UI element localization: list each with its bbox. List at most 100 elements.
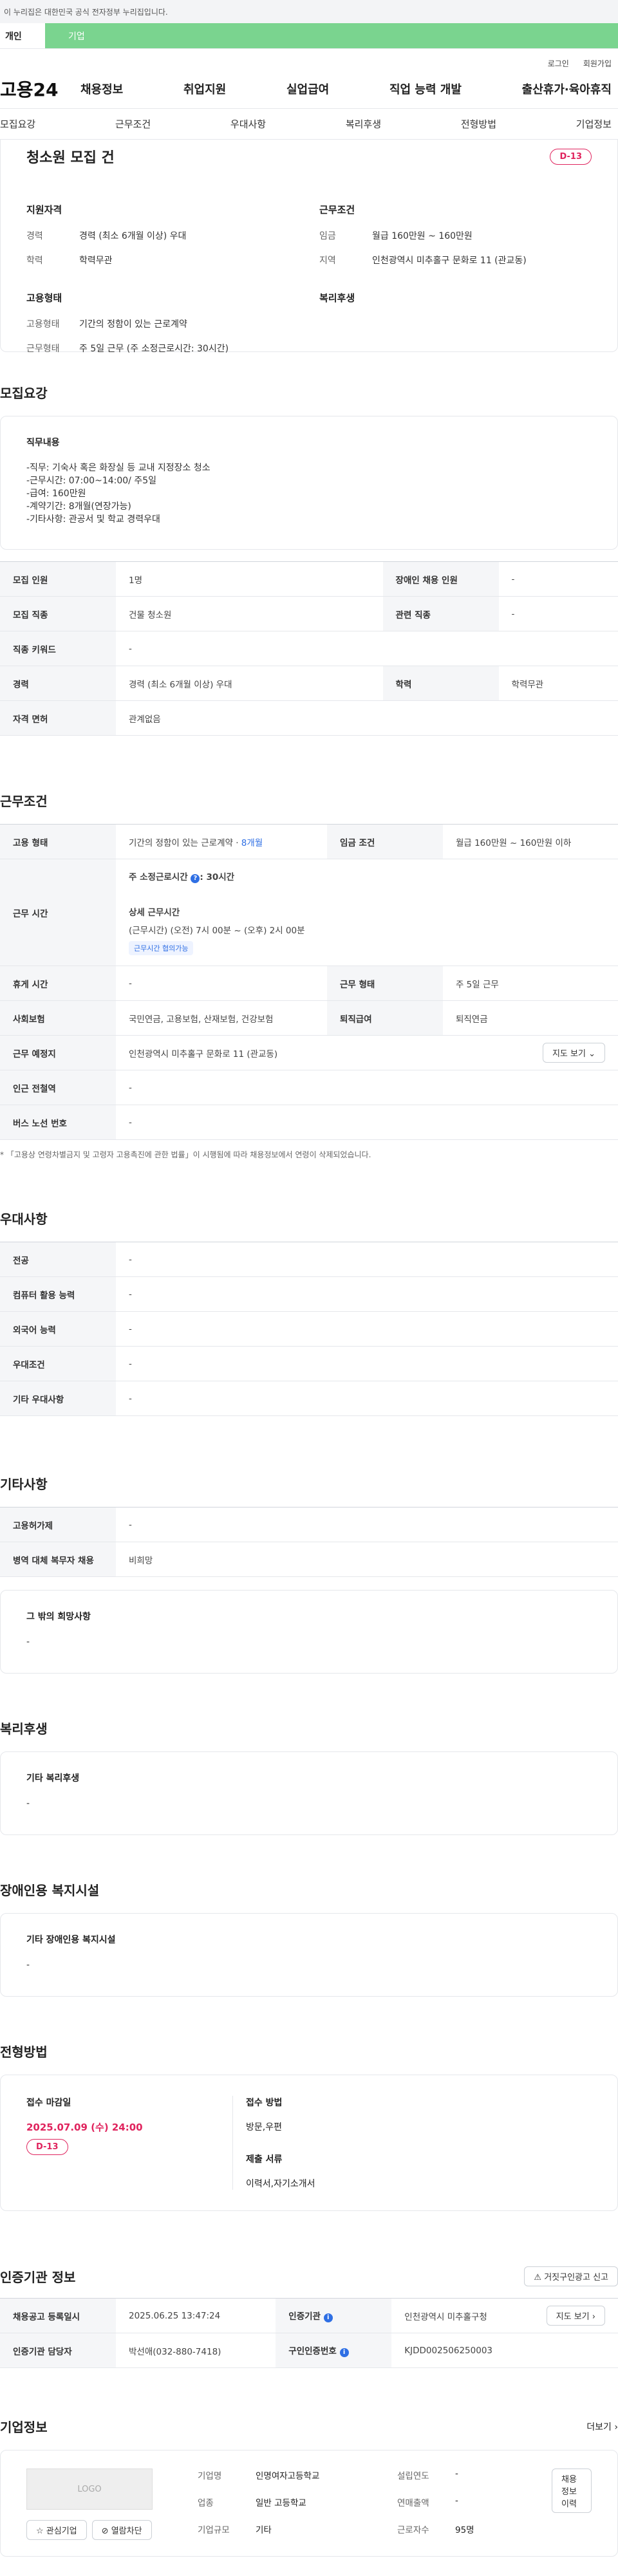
conditions-table: 고용 형태 기간의 정함이 있는 근로계약 · 8개월 임금 조건 월급 160… — [0, 824, 618, 1140]
section-tabs: 모집요강 근무조건 우대사항 복리후생 전형방법 기업정보 — [0, 109, 618, 140]
table-row: 근무 시간 주 소정근로시간 ?: 30시간 상세 근무시간 (근무시간) (오… — [0, 859, 618, 966]
nav-unemployment-benefits[interactable]: 실업급여 — [286, 80, 329, 97]
table-value: 건물 청소원 — [116, 596, 383, 631]
table-value: 인천광역시 미추홀구청 지도 보기 › — [391, 2298, 618, 2333]
job-title: 청소원 모집 건 — [26, 150, 115, 166]
company-key: 업종 — [198, 2498, 214, 2508]
company-value: 95명 — [455, 2525, 474, 2535]
summary-key: 고용형태 — [26, 319, 60, 330]
table-row: 고용허가제 - — [0, 1507, 618, 1542]
table-row: 전공 - — [0, 1242, 618, 1277]
summary-value: 주 5일 근무 (주 소정근로시간: 30시간) — [79, 344, 229, 354]
company-value: 일반 고등학교 — [256, 2498, 306, 2508]
prefer-section-title: 우대사항 — [0, 1211, 48, 1227]
help-icon[interactable]: ? — [191, 874, 200, 883]
tab-recruit[interactable]: 모집요강 — [0, 117, 35, 131]
chevron-right-icon: › — [592, 2312, 595, 2322]
tab-conditions[interactable]: 근무조건 — [115, 117, 151, 131]
signup-link[interactable]: 회원가입 — [583, 58, 612, 69]
table-key: 고용허가제 — [0, 1507, 116, 1542]
nav-vocational-training[interactable]: 직업 능력 개발 — [389, 80, 462, 97]
nav-employment-support[interactable]: 취업지원 — [183, 80, 226, 97]
role-tab-company[interactable]: 기업 — [45, 23, 618, 48]
welfare-box-value: - — [26, 1798, 30, 1809]
table-value: - — [498, 596, 618, 631]
report-button[interactable]: ⚠ 거짓구인광고 신고 — [524, 2266, 618, 2286]
summary-value: 월급 160만원 ~ 160만원 — [372, 231, 473, 241]
nav-parental-leave[interactable]: 출산휴가·육아휴직 — [522, 80, 612, 97]
star-icon: ☆ — [36, 2526, 44, 2536]
process-section-title: 전형방법 — [0, 2044, 48, 2060]
map-button[interactable]: 지도 보기 ⌄ — [542, 1043, 605, 1063]
cert-map-button[interactable]: 지도 보기 › — [546, 2306, 605, 2326]
etc-wish-heading: 그 밖의 희망사항 — [26, 1612, 91, 1622]
table-value: - — [116, 1381, 618, 1416]
table-key: 컴퓨터 활용 능력 — [0, 1276, 116, 1312]
weekly-hours-row: 주 소정근로시간 ?: 30시간 — [129, 870, 605, 883]
employment-heading: 고용형태 — [26, 292, 62, 304]
table-value: 비희망 — [116, 1542, 618, 1577]
block-button[interactable]: ⊘ 열람차단 — [91, 2520, 152, 2540]
table-key: 인증기관 담당자 — [0, 2333, 116, 2368]
bottom-spacer — [0, 2557, 618, 2576]
cert-map-label: 지도 보기 — [556, 2312, 590, 2322]
help-icon[interactable]: i — [339, 2348, 349, 2357]
table-value: - — [116, 1507, 618, 1542]
table-key: 사회보험 — [0, 1000, 116, 1036]
table-key: 우대조건 — [0, 1346, 116, 1381]
tab-company[interactable]: 기업정보 — [576, 117, 612, 131]
table-value: - — [116, 1276, 618, 1312]
block-label: 열람차단 — [111, 2526, 142, 2536]
company-history-col: 채용정보 이력 — [552, 2469, 592, 2538]
util-links: 로그인 회원가입 — [0, 49, 618, 69]
tab-process[interactable]: 전형방법 — [461, 117, 496, 131]
table-row: 경력 경력 (최소 6개월 이상) 우대 학력 학력무관 — [0, 666, 618, 701]
tab-prefer[interactable]: 우대사항 — [230, 117, 266, 131]
disabled-box-value: - — [26, 1960, 30, 1970]
table-key: 인증기관 i — [276, 2298, 392, 2333]
duty-line: -계약기간: 8개월(연장가능) — [26, 501, 131, 512]
company-more-link[interactable]: 더보기 › — [586, 2420, 618, 2433]
qualification-heading: 지원자격 — [26, 204, 62, 216]
block-icon: ⊘ — [101, 2526, 109, 2536]
weekly-hours-value: : 30시간 — [200, 872, 235, 882]
company-box: LOGO ☆ 관심기업 ⊘ 열람차단 기업명 인명여자고등학교 설립연도 - 업종 일반… — [0, 2450, 618, 2557]
login-link[interactable]: 로그인 — [548, 58, 569, 69]
table-row: 버스 노선 번호 - — [0, 1105, 618, 1140]
site-logo[interactable]: 고용24 — [0, 76, 80, 102]
summary-grid: 지원자격 경력 경력 (최소 6개월 이상) 우대 학력 학력무관 근무조건 임금 월… — [26, 203, 592, 366]
interest-button[interactable]: ☆ 관심기업 — [26, 2520, 87, 2540]
table-value: 국민연금, 고용보험, 산재보험, 건강보험 — [116, 1000, 327, 1036]
docs-heading: 제출 서류 — [246, 2154, 283, 2165]
summary-row: 근무형태 주 5일 근무 (주 소정근로시간: 30시간) — [26, 342, 319, 355]
duty-heading: 직무내용 — [26, 438, 60, 448]
company-header: 기업정보 더보기 › — [0, 2417, 618, 2436]
duty-line: -급여: 160만원 — [26, 489, 86, 499]
nav-jobs[interactable]: 채용정보 — [80, 80, 123, 97]
table-value: 경력 (최소 6개월 이상) 우대 — [116, 666, 383, 701]
etc-section-title: 기타사항 — [0, 1477, 48, 1492]
table-key: 자격 면허 — [0, 700, 116, 736]
table-row: 직종 키워드 - — [0, 631, 618, 666]
work-place: 인천광역시 미추홀구 문화로 11 (관교동) — [129, 1049, 278, 1059]
company-key: 기업명 — [198, 2471, 222, 2481]
table-row: 외국어 능력 - — [0, 1311, 618, 1347]
report-button-label: 거짓구인광고 신고 — [544, 2273, 608, 2282]
process-box: 접수 마감일 2025.07.09 (수) 24:00 D-13 접수 방법 방… — [0, 2075, 618, 2211]
help-icon[interactable]: i — [323, 2313, 333, 2322]
table-key: 전공 — [0, 1242, 116, 1277]
company-key: 기업규모 — [198, 2525, 230, 2535]
table-row: 고용 형태 기간의 정함이 있는 근로계약 · 8개월 임금 조건 월급 160… — [0, 824, 618, 859]
chevron-right-icon: › — [614, 2422, 618, 2432]
tab-welfare[interactable]: 복리후생 — [346, 117, 381, 131]
hours-cell: 주 소정근로시간 ?: 30시간 상세 근무시간 (근무시간) (오전) 7시 … — [116, 859, 618, 966]
role-tab-personal[interactable]: 개인 — [0, 23, 45, 48]
history-button[interactable]: 채용정보 이력 — [552, 2469, 592, 2513]
table-key: 관련 직종 — [382, 596, 499, 631]
table-row: 인증기관 담당자 박선애(032-880-7418) 구인인증번호 i KJDD002… — [0, 2333, 618, 2368]
contract-months: 8개월 — [241, 837, 263, 848]
table-value: - — [116, 1311, 618, 1347]
summary-key: 임금 — [319, 231, 336, 241]
table-value: - — [116, 966, 327, 1001]
work-heading: 근무조건 — [319, 204, 355, 216]
